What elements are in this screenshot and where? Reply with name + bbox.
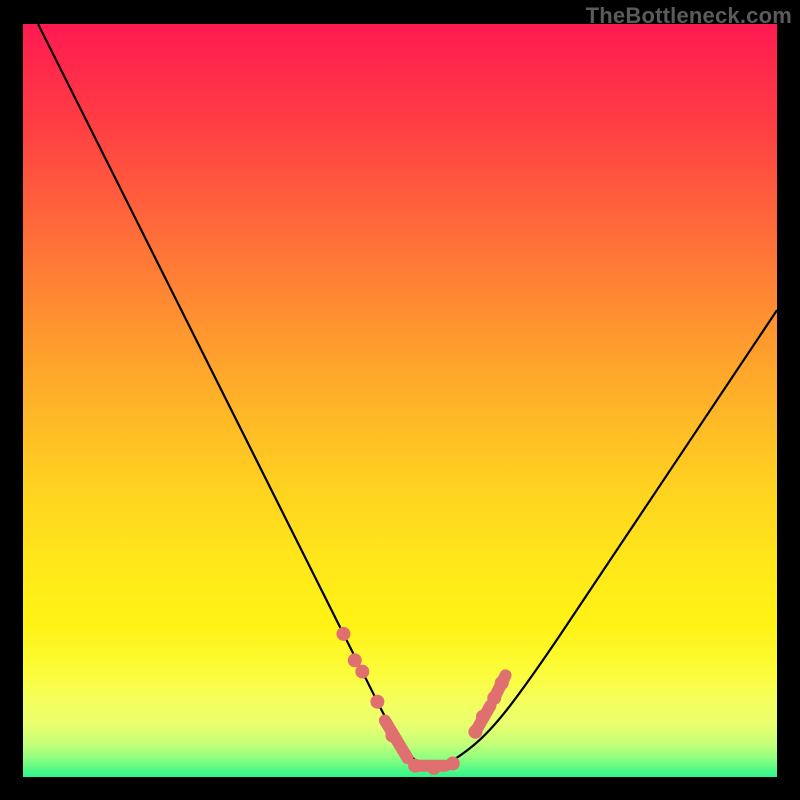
scatter-segment: [494, 675, 505, 698]
bottleneck-curve: [38, 24, 777, 768]
scatter-point: [495, 676, 509, 690]
scatter-point: [476, 710, 490, 724]
scatter-point: [370, 695, 384, 709]
scatter-segment: [385, 721, 408, 759]
scatter-point: [408, 759, 422, 773]
scatter-point: [348, 653, 362, 667]
scatter-point: [487, 691, 501, 705]
scatter-segment: [475, 705, 490, 731]
watermark-text: TheBottleneck.com: [586, 3, 792, 29]
chart-plot-area: [23, 24, 777, 777]
chart-frame: TheBottleneck.com: [0, 0, 800, 800]
scatter-point: [355, 665, 369, 679]
scatter-point: [446, 756, 460, 770]
chart-svg: [23, 24, 777, 777]
scatter-point: [336, 627, 350, 641]
scatter-point: [427, 761, 441, 775]
scatter-points: [336, 627, 508, 775]
scatter-point: [385, 729, 399, 743]
scatter-segments: [385, 675, 506, 765]
scatter-point: [468, 725, 482, 739]
